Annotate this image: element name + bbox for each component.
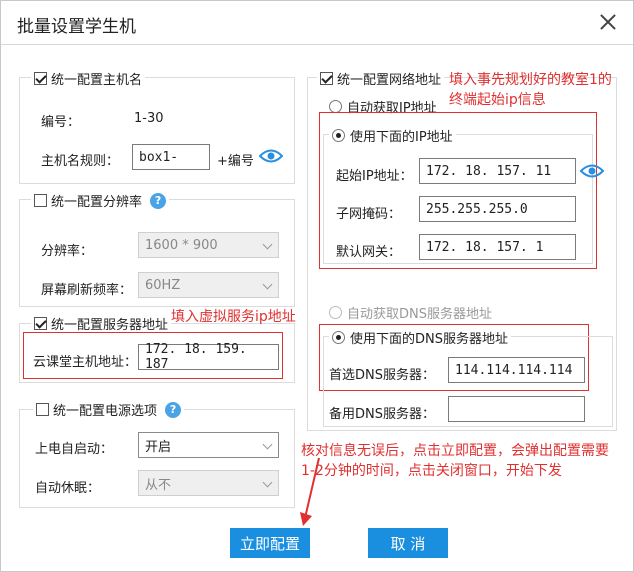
alternate-dns-label: 备用DNS服务器：	[329, 407, 435, 422]
number-value: 1-30	[134, 111, 164, 126]
power-legend-label: 统一配置电源选项	[53, 404, 158, 419]
network-annotation-line2: 终端起始ip信息	[449, 92, 546, 108]
gateway-input[interactable]: 172. 18. 157. 1	[419, 234, 576, 260]
server-checkbox[interactable]	[34, 317, 47, 330]
batch-settings-dialog: 批量设置学生机 统一配置主机名 编号： 1-30 主机名规则： box1- +编…	[0, 0, 634, 572]
apply-now-button[interactable]: 立即配置	[230, 528, 310, 558]
manual-dns-radio[interactable]	[332, 331, 345, 344]
cloud-host-input[interactable]: 172. 18. 159. 187	[138, 342, 279, 372]
number-label: 编号：	[41, 115, 81, 130]
manual-dns-label: 使用下面的DNS服务器地址	[350, 332, 508, 347]
hostname-legend-label: 统一配置主机名	[51, 73, 143, 88]
eye-icon[interactable]	[259, 147, 283, 165]
arrow-icon	[300, 457, 320, 526]
server-legend: 统一配置服务器地址	[31, 314, 172, 333]
server-legend-label: 统一配置服务器地址	[51, 318, 169, 333]
refresh-rate-select-value: 60HZ	[145, 277, 181, 293]
subnet-mask-input[interactable]: 255.255.255.0	[419, 196, 576, 222]
refresh-rate-label: 屏幕刷新频率：	[41, 283, 133, 298]
manual-dns-option[interactable]: 使用下面的DNS服务器地址	[329, 328, 511, 347]
auto-dns-radio[interactable]	[329, 306, 342, 319]
network-legend: 统一配置网络地址	[317, 69, 445, 88]
chevron-down-icon	[262, 239, 273, 250]
hostname-rule-label: 主机名规则：	[41, 154, 120, 169]
power-legend: 统一配置电源选项 ?	[33, 400, 185, 419]
server-annotation: 填入虚拟服务ip地址	[171, 309, 296, 325]
subnet-mask-label: 子网掩码：	[336, 207, 402, 222]
bottom-annotation-line2: 1-2分钟的时间，点击关闭窗口，开始下发	[301, 463, 562, 479]
start-ip-input[interactable]: 172. 18. 157. 11	[419, 158, 576, 184]
manual-ip-label: 使用下面的IP地址	[350, 130, 453, 145]
auto-sleep-select[interactable]: 从不	[138, 470, 279, 496]
cloud-host-label: 云课堂主机地址：	[33, 355, 138, 370]
auto-sleep-select-value: 从不	[145, 477, 172, 493]
chevron-down-icon	[262, 439, 273, 450]
resolution-select-value: 1600 * 900	[145, 237, 218, 253]
dialog-title: 批量设置学生机	[17, 17, 136, 37]
resolution-legend: 统一配置分辨率 ?	[31, 191, 170, 210]
hostname-checkbox[interactable]	[34, 72, 47, 85]
resolution-legend-label: 统一配置分辨率	[51, 195, 143, 210]
resolution-checkbox[interactable]	[34, 194, 47, 207]
network-checkbox[interactable]	[320, 72, 333, 85]
title-bar: 批量设置学生机	[1, 1, 633, 45]
resolution-select[interactable]: 1600 * 900	[138, 232, 279, 258]
autostart-select[interactable]: 开启	[138, 432, 279, 458]
auto-sleep-label: 自动休眠：	[35, 481, 101, 496]
help-icon[interactable]: ?	[165, 401, 182, 418]
manual-ip-radio[interactable]	[332, 129, 345, 142]
start-ip-label: 起始IP地址：	[336, 169, 413, 184]
autostart-select-value: 开启	[145, 439, 172, 455]
help-icon[interactable]: ?	[150, 192, 167, 209]
manual-ip-option[interactable]: 使用下面的IP地址	[329, 126, 456, 145]
eye-icon[interactable]	[580, 162, 604, 180]
hostname-rule-input[interactable]: box1-	[132, 144, 210, 170]
autostart-label: 上电自启动：	[35, 442, 114, 457]
chevron-down-icon	[262, 477, 273, 488]
network-legend-label: 统一配置网络地址	[337, 73, 442, 88]
close-icon[interactable]	[597, 11, 619, 33]
gateway-label: 默认网关：	[336, 245, 402, 260]
auto-dns-label: 自动获取DNS服务器地址	[347, 307, 492, 322]
cancel-button[interactable]: 取 消	[368, 528, 448, 558]
refresh-rate-select[interactable]: 60HZ	[138, 272, 279, 298]
hostname-legend: 统一配置主机名	[31, 69, 146, 88]
preferred-dns-input[interactable]: 114.114.114.114	[448, 357, 585, 383]
network-annotation-line1: 填入事先规划好的教室1的	[449, 72, 612, 88]
chevron-down-icon	[262, 279, 273, 290]
alternate-dns-input[interactable]	[448, 396, 585, 422]
hostname-suffix: +编号	[217, 154, 254, 169]
preferred-dns-label: 首选DNS服务器：	[329, 368, 435, 383]
power-checkbox[interactable]	[36, 403, 49, 416]
resolution-label: 分辨率：	[41, 244, 94, 259]
bottom-annotation-line1: 核对信息无误后，点击立即配置，会弹出配置需要	[301, 443, 609, 459]
auto-dns-option[interactable]: 自动获取DNS服务器地址	[329, 303, 492, 322]
